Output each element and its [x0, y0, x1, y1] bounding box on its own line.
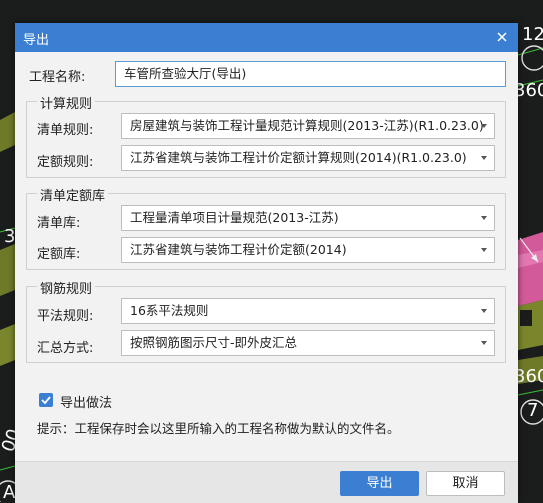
dialog-title: 导出	[23, 33, 50, 48]
quota-rule-label: 定额规则:	[37, 155, 94, 170]
summary-select[interactable]: 按照钢筋图示尺寸-即外皮汇总	[121, 330, 495, 356]
dim-label: 360	[514, 366, 543, 387]
quota-lib-label: 定额库:	[37, 247, 81, 262]
project-name-input[interactable]: 车管所查验大厅(导出)	[115, 61, 506, 87]
export-method-checkbox[interactable]	[39, 393, 53, 407]
chevron-down-icon	[481, 248, 487, 252]
hint-text: 提示：工程保存时会以这里所输入的工程名称做为默认的文件名。	[37, 421, 400, 436]
export-button[interactable]: 导出	[340, 471, 419, 496]
export-dialog: 导出 工程名称: 车管所查验大厅(导出) 计算规则 清单规则: 房屋建筑与装饰工…	[15, 23, 518, 503]
checkmark-icon	[41, 396, 51, 405]
quota-lib-select[interactable]: 江苏省建筑与装饰工程计价定额(2014)	[121, 237, 495, 263]
list-lib-value: 工程量清单项目计量规范(2013-江苏)	[130, 210, 339, 225]
list-rule-value: 房屋建筑与装饰工程计量规范计算规则(2013-江苏)(R1.0.23.0)	[130, 118, 484, 133]
list-lib-select[interactable]: 工程量清单项目计量规范(2013-江苏)	[121, 205, 495, 231]
list-rule-label: 清单规则:	[37, 123, 94, 138]
list-rule-select[interactable]: 房屋建筑与装饰工程计量规范计算规则(2013-江苏)(R1.0.23.0)	[121, 113, 495, 139]
export-method-label[interactable]: 导出做法	[60, 392, 112, 411]
chevron-down-icon	[481, 156, 487, 160]
library-title: 清单定额库	[37, 185, 109, 204]
close-icon[interactable]	[492, 27, 512, 47]
summary-value: 按照钢筋图示尺寸-即外皮汇总	[130, 335, 298, 350]
chevron-down-icon	[481, 309, 487, 313]
quota-lib-value: 江苏省建筑与装饰工程计价定额(2014)	[130, 242, 347, 257]
dim-label: 12	[522, 24, 543, 45]
flat-rule-select[interactable]: 16系平法规则	[121, 298, 495, 324]
summary-label: 汇总方式:	[37, 341, 94, 356]
dialog-titlebar[interactable]: 导出	[15, 23, 518, 52]
chevron-down-icon	[481, 341, 487, 345]
quota-rule-value: 江苏省建筑与装饰工程计价定额计算规则(2014)(R1.0.23.0)	[130, 150, 467, 165]
dim-label: 360	[514, 80, 543, 101]
quota-rule-select[interactable]: 江苏省建筑与装饰工程计价定额计算规则(2014)(R1.0.23.0)	[121, 145, 495, 171]
calc-rules-title: 计算规则	[37, 93, 96, 112]
chevron-down-icon	[481, 216, 487, 220]
dim-label: 3	[4, 226, 16, 247]
list-lib-label: 清单库:	[37, 216, 81, 231]
cancel-button[interactable]: 取消	[426, 471, 505, 496]
dim-label: 7	[527, 400, 539, 421]
dim-label: A	[3, 482, 16, 503]
flat-rule-label: 平法规则:	[37, 309, 94, 324]
project-name-label: 工程名称:	[29, 70, 86, 85]
chevron-down-icon	[481, 124, 487, 128]
dialog-footer: 导出 取消	[15, 461, 518, 503]
flat-rule-value: 16系平法规则	[130, 303, 209, 318]
rebar-title: 钢筋规则	[37, 278, 96, 297]
